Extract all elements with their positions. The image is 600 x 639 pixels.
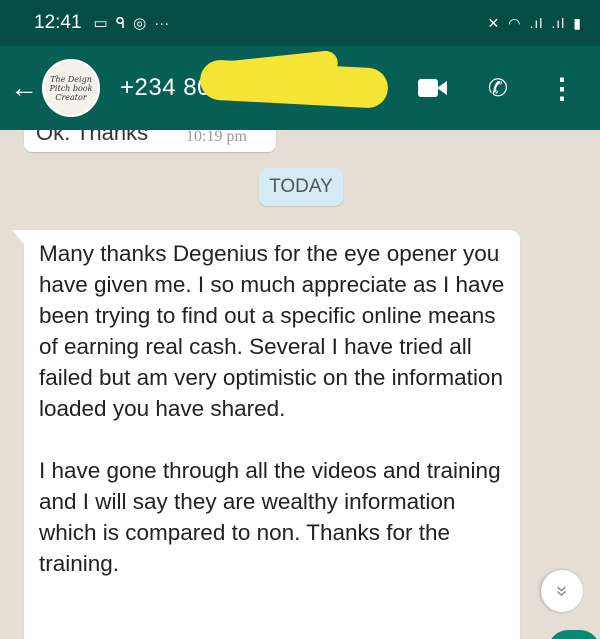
- instagram-icon: ◎: [133, 15, 147, 32]
- video-call-icon[interactable]: [417, 78, 448, 98]
- signal-icon: .ıl: [529, 15, 544, 31]
- menu-icon[interactable]: ⋮: [548, 72, 576, 105]
- double-chevron-down-icon[interactable]: »: [541, 570, 583, 612]
- bubble-tail: [12, 230, 24, 244]
- status-icons-right: ✕ ◠ .ıl .ıl ▮: [488, 15, 582, 32]
- date-divider: TODAY: [259, 168, 343, 206]
- status-icons-left: ▭ ᑫ ◎ ···: [93, 14, 170, 33]
- back-arrow-icon[interactable]: ←: [0, 72, 40, 104]
- message-paragraph-1: Many thanks Degenius for the eye opener …: [39, 241, 505, 421]
- status-time: 12:41: [34, 12, 82, 33]
- mute-icon: ✕: [487, 14, 501, 31]
- chat-header: ← The Deign Pitch book Creator +234 80 ✆…: [0, 46, 600, 130]
- contact-name[interactable]: +234 80: [120, 49, 389, 109]
- screen-icon: ▭: [93, 15, 108, 32]
- voice-call-icon[interactable]: ✆: [488, 74, 508, 103]
- previous-message-text: Ok. Thanks: [36, 130, 149, 145]
- incoming-message-bubble[interactable]: Many thanks Degenius for the eye opener …: [12, 230, 520, 639]
- message-paragraph-2: I have gone through all the videos and t…: [39, 458, 501, 576]
- chat-area[interactable]: Ok. Thanks 10:19 pm TODAY Many thanks De…: [0, 130, 600, 639]
- status-bar: 12:41 ▭ ᑫ ◎ ··· ✕ ◠ .ıl .ıl ▮: [0, 0, 600, 46]
- contact-number: +234 80: [120, 74, 211, 101]
- app-icon: ᑫ: [115, 15, 126, 32]
- wifi-icon: ◠: [508, 14, 522, 31]
- header-actions: ✆ ⋮: [417, 72, 600, 105]
- previous-message-time: 10:19 pm: [186, 130, 247, 145]
- more-dots-icon: ···: [154, 14, 170, 32]
- battery-icon: ▮: [573, 14, 582, 31]
- previous-message-bubble[interactable]: Ok. Thanks 10:19 pm: [24, 130, 276, 152]
- fab-edge[interactable]: [548, 630, 600, 639]
- signal-icon-2: .ıl: [551, 15, 566, 31]
- avatar[interactable]: The Deign Pitch book Creator: [42, 59, 100, 117]
